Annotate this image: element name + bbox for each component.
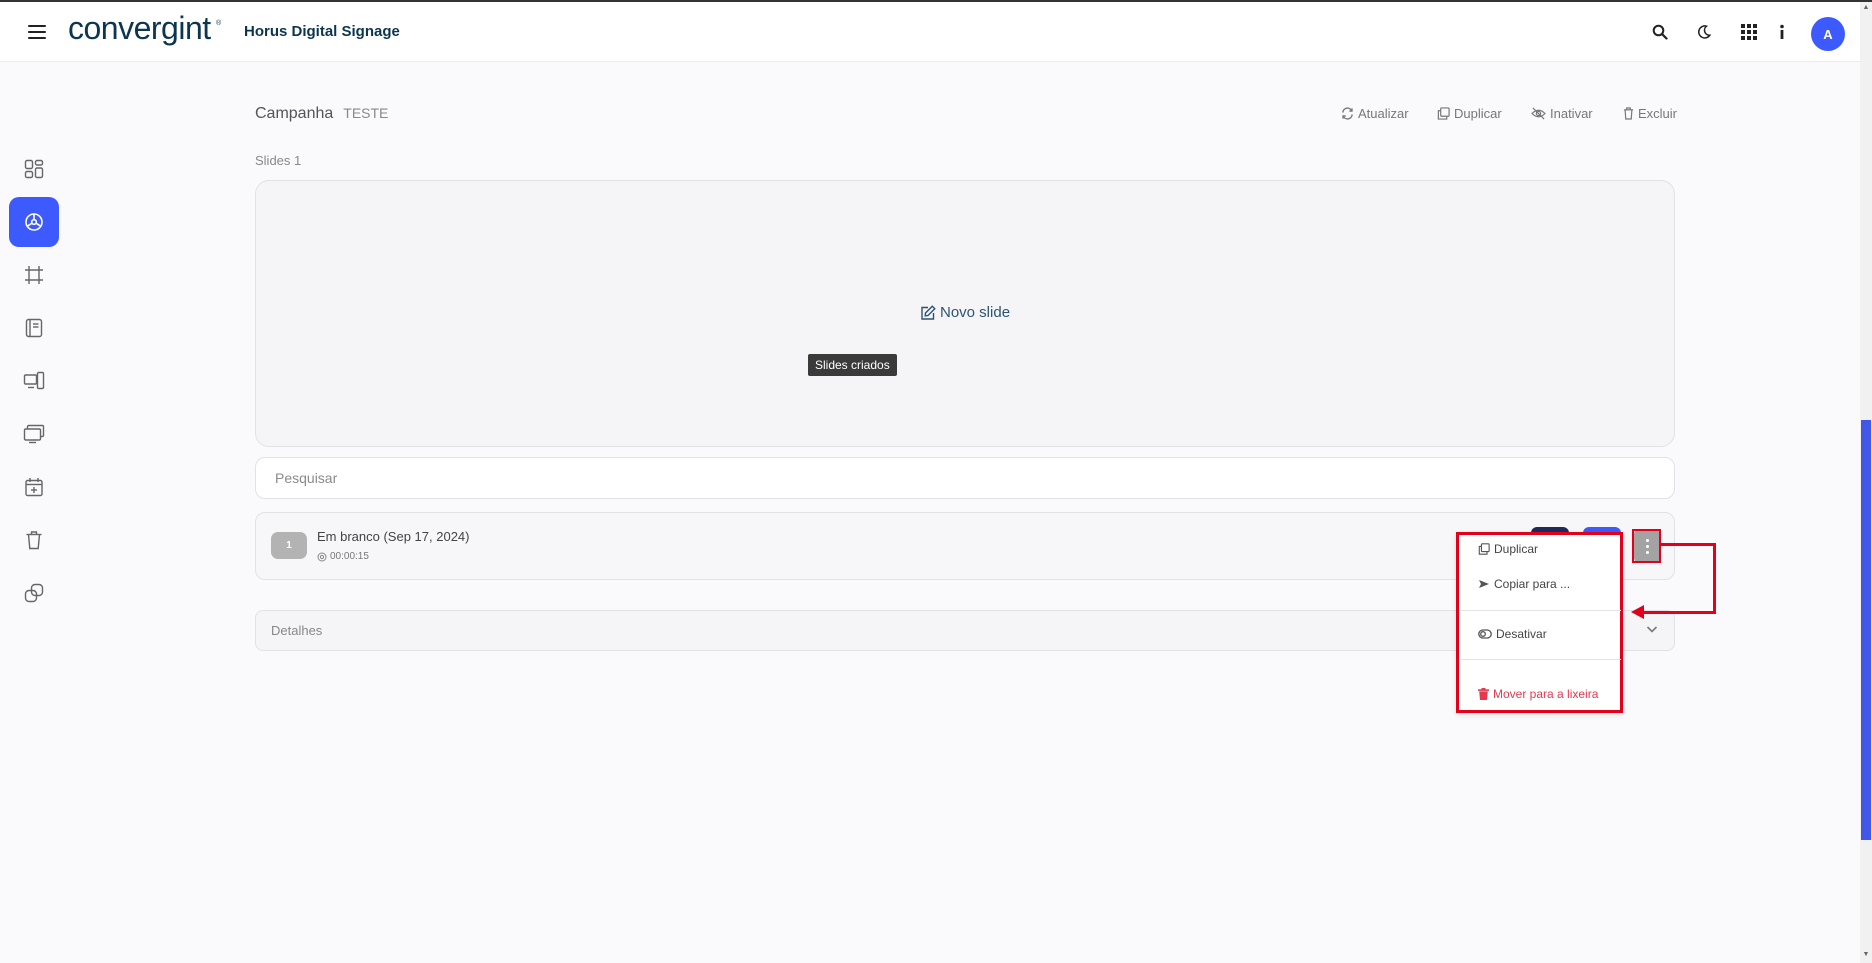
slide-duration: 00:00:15 [317,551,369,562]
menu-item-copy-to[interactable]: Copiar para ... [1478,577,1570,591]
moon-icon[interactable] [1692,20,1716,44]
timer-icon [317,552,327,561]
duplicate-campaign-button[interactable]: Duplicar [1437,104,1502,122]
search-icon[interactable] [1648,20,1672,44]
menu-item-label: Duplicar [1494,542,1539,556]
slide-number-badge: 1 [271,532,307,559]
new-slide-button[interactable]: Novo slide [920,304,1010,321]
content-icon [25,318,43,338]
sidebar-item-dashboard[interactable] [9,144,59,194]
annotation-arrow-segment [1661,543,1716,546]
trash-icon [26,531,42,550]
sidebar-item-integrations[interactable] [9,568,59,618]
slide-duration-value: 00:00:15 [330,551,369,562]
menu-item-move-to-trash[interactable]: Mover para a lixeira [1478,687,1598,701]
refresh-label: Atualizar [1358,105,1409,121]
logo[interactable]: convergint [68,10,211,47]
kebab-menu-icon[interactable] [1634,530,1660,562]
delete-campaign-button[interactable]: Excluir [1623,104,1677,122]
edit-icon [921,304,936,320]
slide-context-menu [1456,532,1623,713]
apps-grid-icon[interactable] [1737,20,1761,44]
annotation-arrow-segment [1713,543,1716,614]
sidebar [0,63,68,963]
sidebar-item-screens[interactable] [9,409,59,459]
scrollbar-thumb[interactable] [1861,420,1871,840]
slide-name: Em branco (Sep 17, 2024) [317,529,470,544]
copy-icon [1437,106,1450,120]
calendar-add-icon [25,478,43,497]
breadcrumb: Campanha TESTE [255,105,388,123]
menu-item-duplicate[interactable]: Duplicar [1478,542,1538,556]
link-icon [24,583,44,603]
send-icon [1479,580,1489,588]
campaign-icon [25,213,43,231]
screens-icon [23,424,45,444]
scroll-down-icon[interactable]: ▼ [1862,951,1870,958]
new-slide-label: Novo slide [940,304,1011,321]
menu-item-label: Copiar para ... [1494,577,1571,591]
info-icon[interactable] [1770,20,1794,44]
crop-icon [25,266,43,284]
menu-item-deactivate[interactable]: Desativar [1478,627,1547,641]
refresh-icon [1342,106,1353,120]
avatar[interactable]: A [1811,17,1845,51]
eye-off-icon [1531,107,1546,119]
details-label: Detalhes [271,623,323,638]
menu-item-label: Mover para a lixeira [1493,687,1599,701]
sidebar-item-trash[interactable] [9,515,59,565]
search-input[interactable] [255,457,1675,499]
tooltip: Slides criados [808,354,897,376]
deactivate-campaign-button[interactable]: Inativar [1531,104,1593,122]
sidebar-item-devices[interactable] [9,356,59,406]
scroll-up-icon[interactable]: ▲ [1862,4,1870,11]
duplicate-label: Duplicar [1454,105,1502,121]
campaign-name: TESTE [343,105,389,121]
chevron-down-icon[interactable] [1645,622,1659,641]
slides-count: Slides 1 [255,153,302,168]
delete-label: Excluir [1638,105,1678,121]
dashboard-icon [24,159,44,179]
sidebar-item-content[interactable] [9,303,59,353]
annotation-arrow-segment [1636,611,1716,614]
copy-icon [1478,543,1490,555]
trash-icon [1623,106,1634,120]
menu-icon[interactable] [28,25,46,39]
sidebar-item-campaigns[interactable] [9,197,59,247]
toggle-icon [1478,629,1492,639]
refresh-button[interactable]: Atualizar [1341,104,1409,122]
logo-registered-mark: ® [216,20,222,27]
app-header: convergint ® Horus Digital Signage A [0,2,1860,62]
sidebar-item-schedule[interactable] [9,462,59,512]
sidebar-item-layouts[interactable] [9,250,59,300]
annotation-arrow-head [1631,605,1644,619]
menu-item-label: Desativar [1496,627,1547,641]
deactivate-label: Inativar [1550,105,1593,121]
menu-divider [1461,659,1621,660]
menu-divider [1461,610,1621,611]
app-title: Horus Digital Signage [244,23,400,40]
trash-icon [1478,688,1489,700]
campaign-label: Campanha [255,105,334,122]
devices-icon [23,371,45,390]
